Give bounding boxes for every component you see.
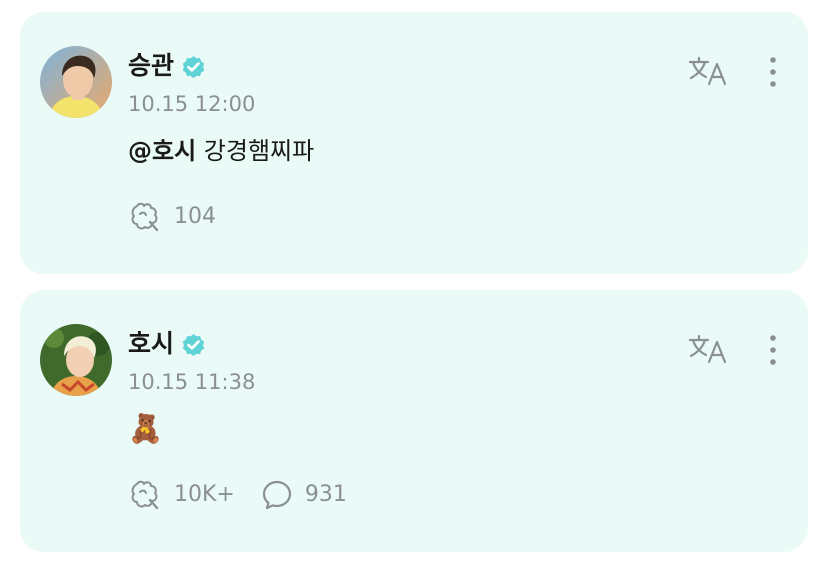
post-time: 10.15 11:38 xyxy=(128,370,256,394)
avatar-image xyxy=(40,324,112,396)
verified-badge-icon xyxy=(182,333,205,356)
post-time: 10.15 12:00 xyxy=(128,92,256,116)
author-avatar[interactable] xyxy=(40,46,112,118)
post-card[interactable]: 승관 10.15 12:00 @호시 강경햄찌파 104 xyxy=(20,12,808,274)
author-avatar[interactable] xyxy=(40,324,112,396)
more-options-button[interactable] xyxy=(758,330,788,370)
translate-icon xyxy=(688,56,727,86)
reaction-icon xyxy=(131,480,159,510)
reaction-icon xyxy=(131,202,159,232)
avatar-image xyxy=(40,46,112,118)
comment-count: 931 xyxy=(304,482,347,507)
post-text: 🧸 xyxy=(128,412,163,445)
post-content: @호시 강경햄찌파 xyxy=(128,134,314,168)
reaction-count: 10K+ xyxy=(174,482,235,507)
reaction-count: 104 xyxy=(174,204,216,229)
mention-link[interactable]: @호시 xyxy=(128,137,196,165)
author-name[interactable]: 승관 xyxy=(128,50,174,82)
reaction-button[interactable]: 104 xyxy=(128,200,216,234)
more-vertical-icon xyxy=(770,335,776,365)
comment-icon xyxy=(262,480,291,510)
translate-button[interactable] xyxy=(686,332,730,366)
comment-button[interactable]: 931 xyxy=(261,479,347,511)
translate-button[interactable] xyxy=(686,54,730,88)
post-text: 강경햄찌파 xyxy=(196,137,315,165)
reaction-button[interactable]: 10K+ xyxy=(128,478,235,512)
author-name[interactable]: 호시 xyxy=(128,328,174,360)
more-vertical-icon xyxy=(770,57,776,87)
post-card[interactable]: 호시 10.15 11:38 🧸 10K+ 931 xyxy=(20,290,808,552)
post-content: 🧸 xyxy=(128,412,163,447)
verified-badge-icon xyxy=(182,55,205,78)
translate-icon xyxy=(688,334,727,364)
more-options-button[interactable] xyxy=(758,52,788,92)
